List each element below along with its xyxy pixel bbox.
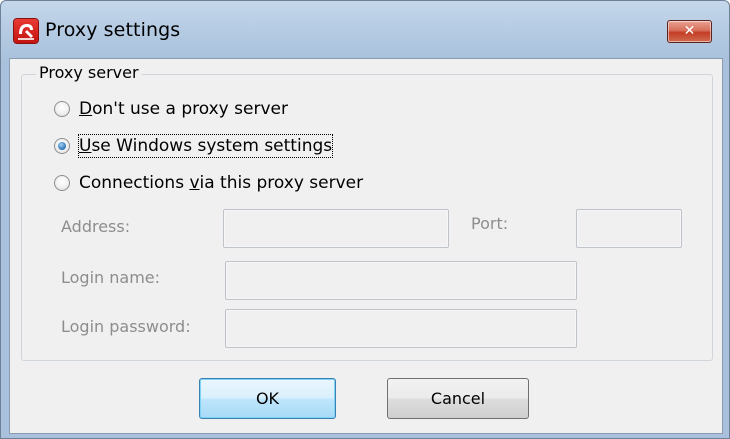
radio-button-checked[interactable] [54, 138, 70, 154]
port-label: Port: [471, 214, 509, 233]
label-text: Connections [79, 173, 190, 193]
cancel-button[interactable]: Cancel [387, 378, 529, 419]
close-button[interactable]: ✕ [667, 20, 712, 43]
radio-button[interactable] [54, 101, 70, 117]
login-name-label: Login name: [61, 268, 161, 287]
radio-label: Use Windows system settings [77, 134, 334, 158]
login-password-input[interactable] [225, 309, 577, 348]
window-title: Proxy settings [45, 19, 181, 41]
port-input[interactable] [576, 209, 682, 248]
group-legend: Proxy server [36, 63, 142, 82]
label-text: on't use a proxy server [92, 99, 288, 119]
login-name-input[interactable] [225, 261, 577, 300]
address-input[interactable] [223, 209, 449, 248]
label-text: se Windows system settings [91, 136, 333, 156]
avira-umbrella-icon [14, 19, 38, 43]
ok-button[interactable]: OK [199, 378, 336, 419]
proxy-settings-dialog: Proxy settings ✕ Proxy server Don't use … [0, 0, 730, 439]
radio-label: Don't use a proxy server [79, 98, 288, 120]
close-icon: ✕ [683, 23, 696, 39]
address-label: Address: [61, 217, 131, 236]
login-password-label: Login password: [61, 317, 191, 336]
label-text: ia this proxy server [199, 173, 364, 193]
mnemonic-letter: D [79, 99, 93, 119]
radio-label: Connections via this proxy server [79, 172, 363, 194]
radio-button[interactable] [54, 175, 70, 191]
title-bar[interactable]: Proxy settings ✕ [1, 1, 729, 59]
mnemonic-letter: U [79, 136, 92, 156]
dialog-body: Proxy server Don't use a proxy server Us… [9, 58, 723, 434]
mnemonic-letter: v [189, 173, 200, 193]
